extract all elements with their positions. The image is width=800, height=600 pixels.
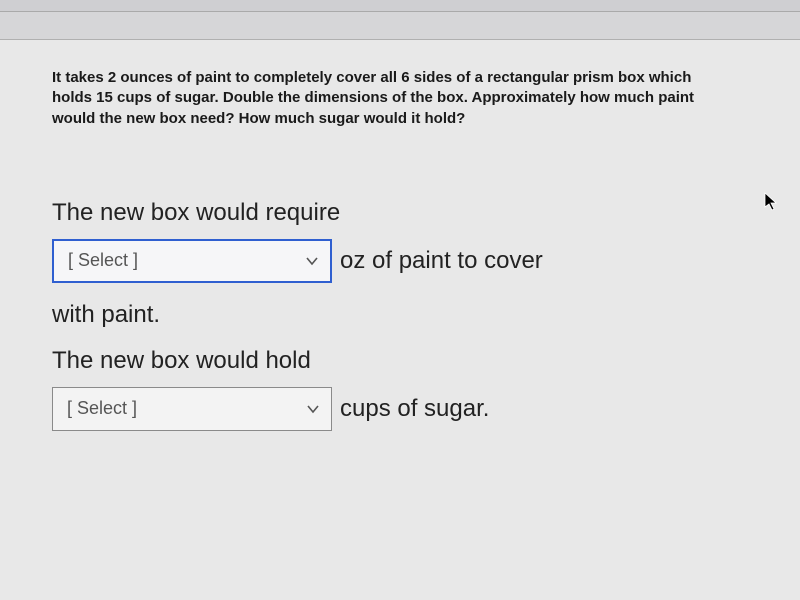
paint-amount-select[interactable]: [ Select ]	[52, 239, 332, 283]
select-placeholder: [ Select ]	[67, 398, 137, 419]
answer-line-1: The new box would require	[52, 199, 748, 227]
answer-line-3: The new box would hold	[52, 347, 748, 375]
answer-line-2: with paint.	[52, 301, 748, 329]
answer-line-1b: [ Select ] oz of paint to cover	[52, 239, 748, 283]
question-prompt: It takes 2 ounces of paint to completely…	[52, 68, 712, 129]
window-header-bar	[0, 12, 800, 40]
chevron-down-icon	[304, 253, 320, 269]
question-content: It takes 2 ounces of paint to completely…	[0, 40, 800, 431]
answer-text-require: The new box would require	[52, 199, 340, 227]
answer-text-hold: The new box would hold	[52, 347, 311, 375]
answer-text-cups: cups of sugar.	[340, 395, 489, 423]
window-top-strip	[0, 0, 800, 12]
answer-text-withpaint: with paint.	[52, 301, 160, 329]
quiz-page: It takes 2 ounces of paint to completely…	[0, 0, 800, 600]
select-placeholder: [ Select ]	[68, 250, 138, 271]
chevron-down-icon	[305, 401, 321, 417]
answer-area: The new box would require [ Select ] oz …	[52, 199, 748, 431]
answer-line-3b: [ Select ] cups of sugar.	[52, 387, 748, 431]
answer-text-oz: oz of paint to cover	[340, 247, 543, 275]
mouse-cursor-icon	[764, 192, 778, 212]
sugar-amount-select[interactable]: [ Select ]	[52, 387, 332, 431]
